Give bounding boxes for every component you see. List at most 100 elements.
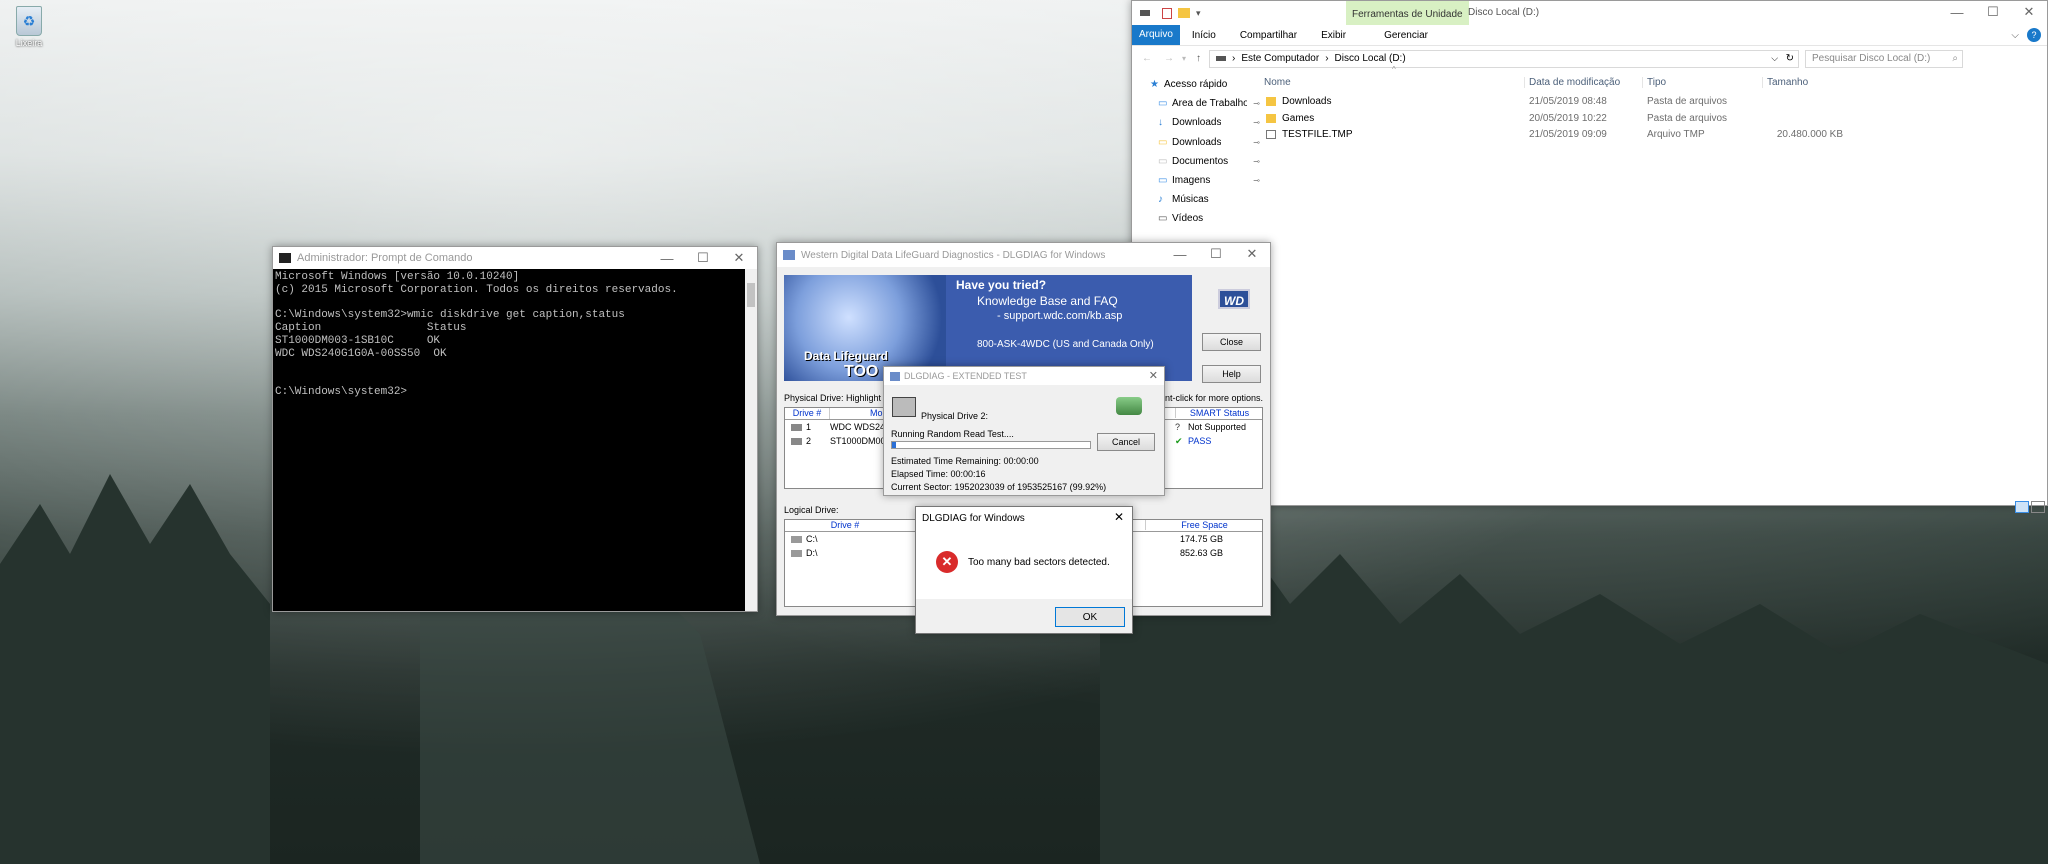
cmd-titlebar[interactable]: Administrador: Prompt de Comando — ☐ ✕ (273, 247, 757, 269)
phys-col-smart[interactable]: SMART Status (1175, 408, 1263, 418)
tab-compartilhar[interactable]: Compartilhar (1228, 30, 1309, 41)
pin-icon[interactable]: ⊸ (1253, 176, 1260, 185)
recent-dropdown-icon[interactable]: ▾ (1182, 54, 1186, 63)
extended-test-dialog[interactable]: DLGDIAG - EXTENDED TEST ✕ Physical Drive… (883, 366, 1165, 496)
col-data[interactable]: Data de modificação (1525, 76, 1643, 88)
breadcrumb-item[interactable]: Este Computador (1241, 53, 1319, 64)
close-button[interactable]: ✕ (721, 247, 757, 269)
cmd-window[interactable]: Administrador: Prompt de Comando — ☐ ✕ Mic… (272, 246, 758, 612)
phys-label-text: Physical Drive: (784, 393, 844, 403)
tab-inicio[interactable]: Início (1180, 30, 1228, 41)
ribbon-expand-icon[interactable]: ⌵ (2011, 30, 2019, 41)
wd-app-icon (783, 250, 795, 260)
cmd-line (275, 373, 755, 386)
up-icon[interactable]: ↑ (1196, 53, 1201, 64)
ok-button[interactable]: OK (1055, 607, 1125, 627)
close-button[interactable]: ✕ (1234, 243, 1270, 265)
check-icon: ✔ (1175, 435, 1183, 446)
tab-gerenciar[interactable]: Gerenciar (1358, 30, 1454, 41)
log-col-drive[interactable]: Drive # (785, 520, 905, 531)
cmd-icon (279, 253, 291, 263)
quick-access-dropdown-icon[interactable]: ▾ (1196, 8, 1201, 19)
close-button[interactable]: ✕ (1114, 510, 1124, 524)
back-icon[interactable]: ← (1142, 53, 1152, 64)
tab-arquivo[interactable]: Arquivo (1132, 25, 1180, 45)
new-folder-icon[interactable] (1178, 8, 1190, 18)
help-icon[interactable]: ? (2027, 28, 2041, 42)
maximize-button[interactable]: ☐ (685, 247, 721, 269)
cmd-line: ST1000DM003-1SB10C OK (275, 334, 441, 347)
cmd-scrollbar[interactable] (745, 269, 757, 611)
close-button[interactable]: ✕ (1149, 369, 1158, 382)
msg-titlebar[interactable]: DLGDIAG for Windows ✕ (916, 507, 1132, 529)
nav-item[interactable]: ▭ Imagens ⊸ (1132, 171, 1262, 190)
wd-titlebar[interactable]: Western Digital Data LifeGuard Diagnosti… (777, 243, 1270, 267)
minimize-button[interactable]: — (1939, 1, 1975, 23)
cmd-line: (c) 2015 Microsoft Corporation. Todos os… (275, 283, 678, 296)
hard-drive-icon (791, 423, 802, 431)
file-row[interactable]: Downloads 21/05/2019 08:48 Pasta de arquiv… (1262, 93, 2047, 110)
close-button[interactable]: ✕ (2011, 1, 2047, 23)
view-tiles-icon[interactable] (2031, 501, 2045, 513)
ext-sector: Current Sector: 1952023039 of 1953525167… (891, 482, 1107, 492)
nav-item-label: Área de Trabalho (1172, 98, 1247, 110)
cmd-line: Microsoft Windows [versão 10.0.10240] (275, 271, 520, 283)
forward-icon[interactable]: → (1164, 53, 1174, 64)
pin-icon[interactable]: ⊸ (1253, 157, 1260, 166)
pin-icon[interactable]: ⊸ (1253, 99, 1260, 108)
properties-icon[interactable] (1162, 7, 1172, 19)
log-col-free[interactable]: Free Space (1145, 520, 1263, 530)
phys-col-drive[interactable]: Drive # (785, 408, 830, 419)
col-nome[interactable]: Nome (1262, 76, 1525, 88)
cmd-line: C:\Windows\system32>wmic diskdrive get c… (275, 309, 625, 322)
folder-icon (1266, 96, 1276, 106)
file-name: TESTFILE.TMP (1282, 129, 1353, 141)
maximize-button[interactable]: ☐ (1975, 1, 2011, 23)
nav-item[interactable]: ♪ Músicas (1132, 190, 1262, 209)
pin-icon[interactable]: ⊸ (1253, 138, 1260, 147)
file-type: Pasta de arquivos (1647, 112, 1728, 124)
nav-item[interactable]: ▭ Documentos ⊸ (1132, 152, 1262, 171)
error-icon: ✕ (936, 551, 958, 573)
file-icon (1266, 130, 1276, 140)
nav-item[interactable]: ▭ Downloads ⊸ (1132, 133, 1262, 152)
star-icon: ★ (1150, 79, 1159, 91)
recycle-bin[interactable]: ♻ Lixeira (8, 6, 50, 48)
col-tipo[interactable]: Tipo (1643, 76, 1763, 88)
file-row[interactable]: TESTFILE.TMP 21/05/2019 09:09 Arquivo TMP 2… (1262, 127, 2047, 144)
minimize-button[interactable]: — (1162, 243, 1198, 265)
file-date: 20/05/2019 10:22 (1529, 112, 1607, 124)
file-row[interactable]: Games 20/05/2019 10:22 Pasta de arquivos (1262, 110, 2047, 127)
phys-drive-label: Physical Drive: Highlight (784, 393, 881, 403)
col-tamanho[interactable]: Tamanho (1763, 77, 1843, 88)
help-app-button[interactable]: Help (1202, 365, 1261, 383)
pin-icon[interactable]: ⊸ (1253, 118, 1260, 127)
nav-item[interactable]: ★ Acesso rápido (1132, 75, 1262, 94)
search-input[interactable]: Pesquisar Disco Local (D:) ⌕ (1805, 49, 1964, 68)
drive-icon (1140, 10, 1150, 16)
cmd-output[interactable]: Microsoft Windows [versão 10.0.10240] (c)… (273, 269, 757, 611)
refresh-icon[interactable]: ↻ (1786, 53, 1794, 64)
breadcrumb-item[interactable]: Disco Local (D:) (1335, 53, 1406, 64)
nav-item[interactable]: ▭ Vídeos (1132, 209, 1262, 228)
nav-item[interactable]: ↓ Downloads ⊸ (1132, 113, 1262, 132)
close-app-button[interactable]: Close (1202, 333, 1261, 351)
error-dialog[interactable]: DLGDIAG for Windows ✕ ✕ Too many bad sec… (915, 506, 1133, 634)
recycle-bin-icon: ♻ (16, 6, 42, 36)
window-title: Disco Local (D:) (1468, 7, 1540, 18)
minimize-button[interactable]: — (649, 247, 685, 269)
address-dropdown-icon[interactable]: ⌵ (1771, 53, 1778, 64)
address-bar[interactable]: › Este Computador › Disco Local (D:) ⌵ ↻ (1209, 49, 1800, 68)
explorer-titlebar[interactable]: ▾ Ferramentas de Unidade Disco Local (D:… (1132, 1, 2047, 25)
cmd-line: WDC WDS240G1G0A-00SS50 OK (275, 347, 447, 360)
view-details-icon[interactable] (2015, 501, 2029, 513)
tab-exibir[interactable]: Exibir (1309, 30, 1358, 41)
ext-drive: Physical Drive 2: (921, 411, 989, 421)
smart-status: PASS (1188, 436, 1212, 446)
nav-item[interactable]: ▭ Área de Trabalho ⊸ (1132, 94, 1262, 113)
ext-titlebar[interactable]: DLGDIAG - EXTENDED TEST ✕ (884, 367, 1164, 385)
banner-headline: Have you tried? (956, 278, 1047, 292)
banner-url[interactable]: - support.wdc.com/kb.asp (997, 310, 1122, 322)
maximize-button[interactable]: ☐ (1198, 243, 1234, 265)
cancel-button[interactable]: Cancel (1097, 433, 1155, 451)
